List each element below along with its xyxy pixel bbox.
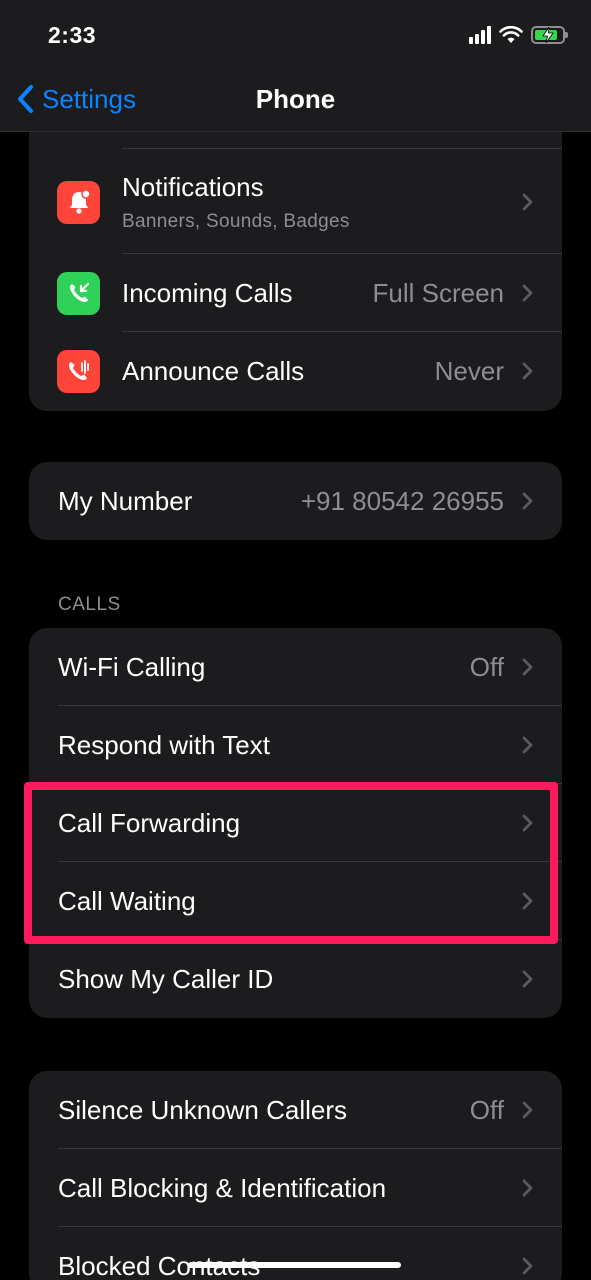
my-number-row[interactable]: My Number +91 80542 26955 [29,462,562,540]
incoming-call-icon [57,271,100,315]
charging-bolt-icon [533,26,563,44]
call-blocking-group: Silence Unknown Callers Off Call Blockin… [29,1071,562,1280]
chevron-right-icon [522,362,533,380]
calls-section-header: CALLS [58,594,121,615]
chevron-right-icon [522,736,533,754]
my-number-value: +91 80542 26955 [300,485,504,516]
notifications-label: Notifications [122,171,264,202]
announce-calls-label: Announce Calls [122,355,305,386]
wifi-calling-row[interactable]: Wi-Fi Calling Off [29,628,562,706]
chevron-right-icon [522,193,533,211]
show-caller-id-row[interactable]: Show My Caller ID [29,940,562,1018]
notification-settings-group: Notifications Banners, Sounds, Badges In… [29,110,562,411]
silence-unknown-callers-label: Silence Unknown Callers [58,1094,348,1125]
chevron-right-icon [522,492,533,510]
call-blocking-label: Call Blocking & Identification [58,1172,387,1203]
bell-icon [57,180,100,224]
incoming-calls-row[interactable]: Incoming Calls Full Screen [29,254,562,332]
chevron-right-icon [522,1101,533,1119]
chevron-right-icon [522,1257,533,1275]
respond-with-text-row[interactable]: Respond with Text [29,706,562,784]
call-forwarding-row[interactable]: Call Forwarding [29,784,562,862]
my-number-group: My Number +91 80542 26955 [29,462,562,540]
announce-calls-row[interactable]: Announce Calls Never [29,332,562,410]
notifications-row[interactable]: Notifications Banners, Sounds, Badges [29,150,562,254]
silence-unknown-callers-row[interactable]: Silence Unknown Callers Off [29,1071,562,1149]
call-blocking-row[interactable]: Call Blocking & Identification [29,1149,562,1227]
chevron-right-icon [522,892,533,910]
call-waiting-row[interactable]: Call Waiting [29,862,562,940]
status-time: 2:33 [48,22,97,48]
incoming-calls-label: Incoming Calls [122,277,293,308]
home-indicator[interactable] [188,1262,401,1268]
show-caller-id-label: Show My Caller ID [58,963,274,994]
silence-unknown-callers-value: Off [469,1094,504,1125]
blocked-contacts-row[interactable]: Blocked Contacts [29,1227,562,1280]
battery-icon [531,26,568,44]
chevron-right-icon [522,970,533,988]
my-number-label: My Number [58,485,193,516]
respond-with-text-label: Respond with Text [58,729,270,760]
chevron-right-icon [522,814,533,832]
chevron-right-icon [522,658,533,676]
announce-call-icon [57,349,100,393]
status-icons [469,24,568,46]
chevron-right-icon [522,1179,533,1197]
notifications-sublabel: Banners, Sounds, Badges [122,210,350,232]
cellular-signal-icon [469,26,491,44]
page-title: Phone [255,84,336,114]
call-waiting-label: Call Waiting [58,885,196,916]
call-forwarding-label: Call Forwarding [58,807,241,838]
wifi-icon [499,26,523,43]
calls-group: Wi-Fi Calling Off Respond with Text Call… [29,628,562,1018]
navigation-bar: Settings Phone [0,66,591,132]
status-bar: 2:33 [0,0,591,66]
wifi-calling-label: Wi-Fi Calling [58,651,206,682]
announce-calls-value: Never [434,355,504,386]
wifi-calling-value: Off [469,651,504,682]
divider [122,148,562,149]
chevron-right-icon [522,284,533,302]
incoming-calls-value: Full Screen [372,277,505,308]
